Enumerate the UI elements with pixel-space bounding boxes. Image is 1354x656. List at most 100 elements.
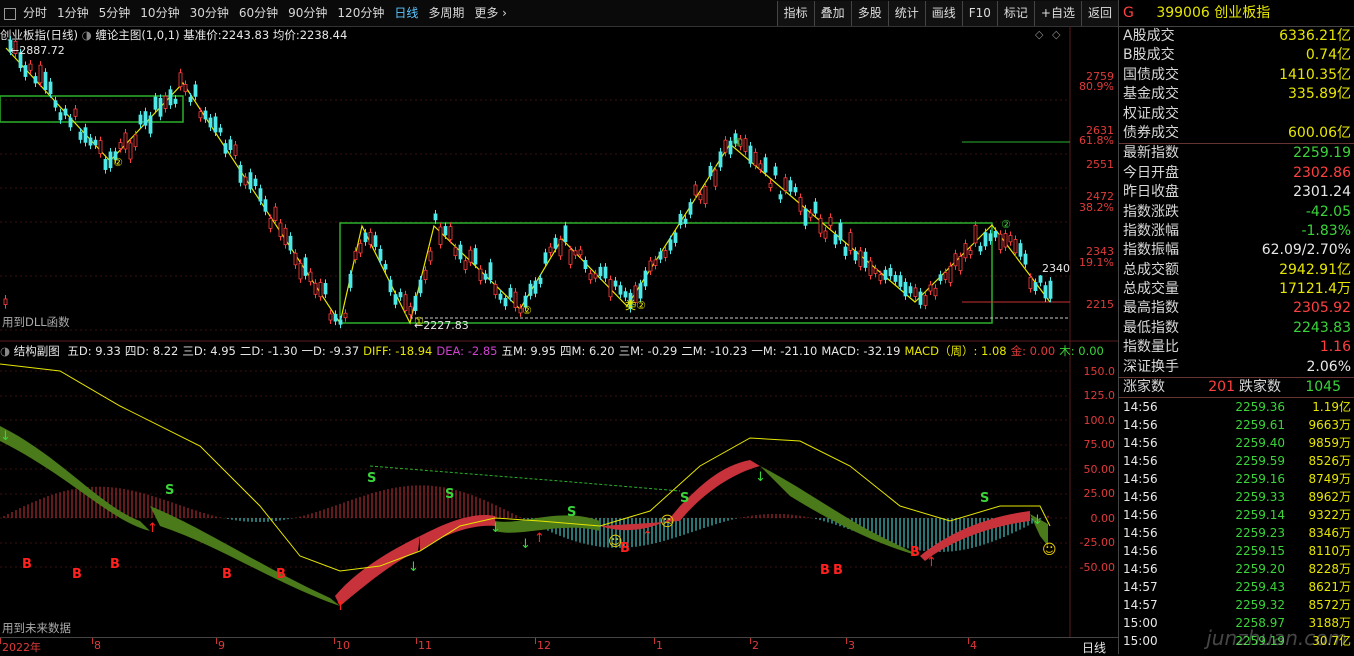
sub-indicator-value: 0.00 bbox=[1074, 344, 1104, 358]
toolbar-button[interactable]: 指标 bbox=[776, 1, 814, 26]
quote-label: 基金成交 bbox=[1123, 86, 1179, 103]
candle bbox=[488, 262, 493, 281]
quote-row: 昨日收盘 2301.24 bbox=[1119, 183, 1354, 202]
sub-indicator-label: 五M: bbox=[501, 344, 527, 358]
index-quote: 最新指数 2259.19 今日开盘 2302.86 昨日收盘 2301.24 指数涨跌 -42… bbox=[1119, 144, 1354, 377]
tick-row: 14:56 2259.23 8346万 bbox=[1119, 524, 1354, 542]
toolbar-button[interactable]: F10 bbox=[961, 1, 997, 26]
quote-label: 指数涨幅 bbox=[1123, 222, 1179, 239]
sub-indicator-label: 二M: bbox=[681, 344, 707, 358]
time-axis-label: 9 bbox=[218, 639, 225, 652]
sub-indicator-value: 8.22 bbox=[149, 344, 179, 358]
candle bbox=[253, 178, 258, 187]
quote-row: 指数涨幅 -1.83% bbox=[1119, 222, 1354, 241]
sub-indicator-label: 三M: bbox=[618, 344, 644, 358]
candle bbox=[498, 293, 503, 300]
candle bbox=[773, 166, 778, 176]
candle bbox=[178, 72, 183, 87]
sub-axis-label: 75.00 bbox=[1083, 438, 1116, 451]
candle bbox=[833, 234, 838, 245]
candle bbox=[398, 292, 403, 298]
candle bbox=[83, 127, 88, 143]
sub-indicator-item: 四D: 8.22 bbox=[125, 344, 179, 358]
quote-row: 深证换手 2.06% bbox=[1119, 358, 1354, 377]
candle bbox=[618, 285, 623, 295]
candle bbox=[1043, 285, 1048, 299]
toolbar-button[interactable]: 标记 bbox=[996, 1, 1034, 26]
down-count: 1045 bbox=[1305, 379, 1341, 396]
candle bbox=[3, 298, 8, 305]
sub-indicator-item: 一D: -9.37 bbox=[302, 344, 360, 358]
tick-time: 14:56 bbox=[1123, 562, 1158, 577]
candle bbox=[503, 297, 508, 307]
candle bbox=[933, 287, 938, 297]
sub-settings-icon[interactable]: ◑ bbox=[0, 344, 10, 358]
low-mark-label: ←2227.83 bbox=[414, 319, 469, 332]
candle bbox=[1033, 282, 1038, 292]
period-tab[interactable]: 多周期 bbox=[423, 0, 469, 26]
toolbar-button[interactable]: 返回 bbox=[1080, 1, 1118, 26]
candle bbox=[143, 111, 148, 126]
sub-indicator-item: 金: 0.00 bbox=[1011, 344, 1056, 358]
quote-label: 指数量比 bbox=[1123, 339, 1179, 356]
menu-icon[interactable] bbox=[4, 8, 16, 20]
period-tab[interactable]: 5分钟 bbox=[94, 0, 136, 26]
sub-indicator-value: -0.29 bbox=[643, 344, 678, 358]
toolbar-button[interactable]: 统计 bbox=[887, 1, 925, 26]
candle bbox=[748, 145, 753, 164]
sub-axis-label: -50.00 bbox=[1079, 561, 1115, 574]
candle bbox=[308, 271, 313, 282]
period-tab[interactable]: 30分钟 bbox=[185, 0, 234, 26]
tick-list[interactable]: 14:56 2259.36 1.19亿 14:56 2259.61 9663万 14:56 2… bbox=[1119, 398, 1354, 650]
svg-text:↓: ↓ bbox=[408, 560, 419, 575]
toolbar-button[interactable]: 画线 bbox=[924, 1, 962, 26]
candle bbox=[1018, 243, 1023, 257]
quote-row: B股成交 0.74亿 bbox=[1119, 46, 1354, 65]
toolbar-button[interactable]: +自选 bbox=[1033, 1, 1081, 26]
candle bbox=[1023, 253, 1028, 265]
candle bbox=[768, 182, 773, 188]
tick-volume: 8110万 bbox=[1308, 544, 1351, 559]
candle bbox=[698, 194, 703, 201]
period-tab[interactable]: 10分钟 bbox=[135, 0, 184, 26]
period-tabs: 分时 1分钟 5分钟 10分钟 30分钟 60分钟 90分钟 120分钟 日线 多周期 更多 › bbox=[0, 0, 512, 26]
sub-indicator-label: DEA: bbox=[436, 344, 465, 358]
period-label[interactable]: 日线 bbox=[1082, 639, 1106, 656]
buy-mark: B bbox=[222, 567, 232, 582]
candle bbox=[198, 111, 203, 119]
candle bbox=[193, 84, 198, 97]
sub-indicator-value: -2.85 bbox=[464, 344, 498, 358]
period-tab[interactable]: 日线 bbox=[389, 0, 423, 26]
candle bbox=[433, 213, 438, 221]
candle bbox=[828, 216, 833, 226]
sub-axis-label: 50.00 bbox=[1083, 463, 1116, 476]
period-tab[interactable]: 分时 bbox=[18, 0, 52, 26]
toolbar-button[interactable]: 叠加 bbox=[813, 1, 851, 26]
quote-label: 昨日收盘 bbox=[1123, 184, 1179, 201]
zigzag-mark: ② bbox=[113, 156, 123, 169]
sell-mark: S bbox=[367, 471, 376, 486]
candle bbox=[688, 202, 693, 215]
kline-chart[interactable]: ② ① ② 类② ① ② ←2887.72 ←2227.83 2340 B B … bbox=[0, 26, 1118, 637]
sell-mark: S bbox=[165, 483, 174, 498]
toolbar-button[interactable]: 多股 bbox=[850, 1, 888, 26]
period-tab[interactable]: 更多 › bbox=[469, 0, 512, 26]
zigzag-mark: 类② bbox=[625, 298, 646, 312]
period-tab[interactable]: 90分钟 bbox=[283, 0, 332, 26]
candle bbox=[643, 270, 648, 287]
candle bbox=[573, 250, 578, 256]
tick-time: 14:56 bbox=[1123, 436, 1158, 451]
period-tab[interactable]: 60分钟 bbox=[234, 0, 283, 26]
quote-value: 2243.83 bbox=[1293, 319, 1351, 336]
quote-row: 指数量比 1.16 bbox=[1119, 338, 1354, 357]
sub-chart-title[interactable]: 结构副图 bbox=[14, 344, 60, 358]
candle bbox=[58, 112, 63, 121]
quote-row: 国债成交 1410.35亿 bbox=[1119, 66, 1354, 85]
sub-indicator-value: -21.10 bbox=[776, 344, 818, 358]
candle bbox=[718, 151, 723, 168]
period-tab[interactable]: 1分钟 bbox=[52, 0, 94, 26]
period-tab[interactable]: 120分钟 bbox=[332, 0, 389, 26]
tick-price: 2259.15 bbox=[1235, 544, 1285, 559]
candle bbox=[558, 239, 563, 257]
candle bbox=[998, 233, 1003, 250]
